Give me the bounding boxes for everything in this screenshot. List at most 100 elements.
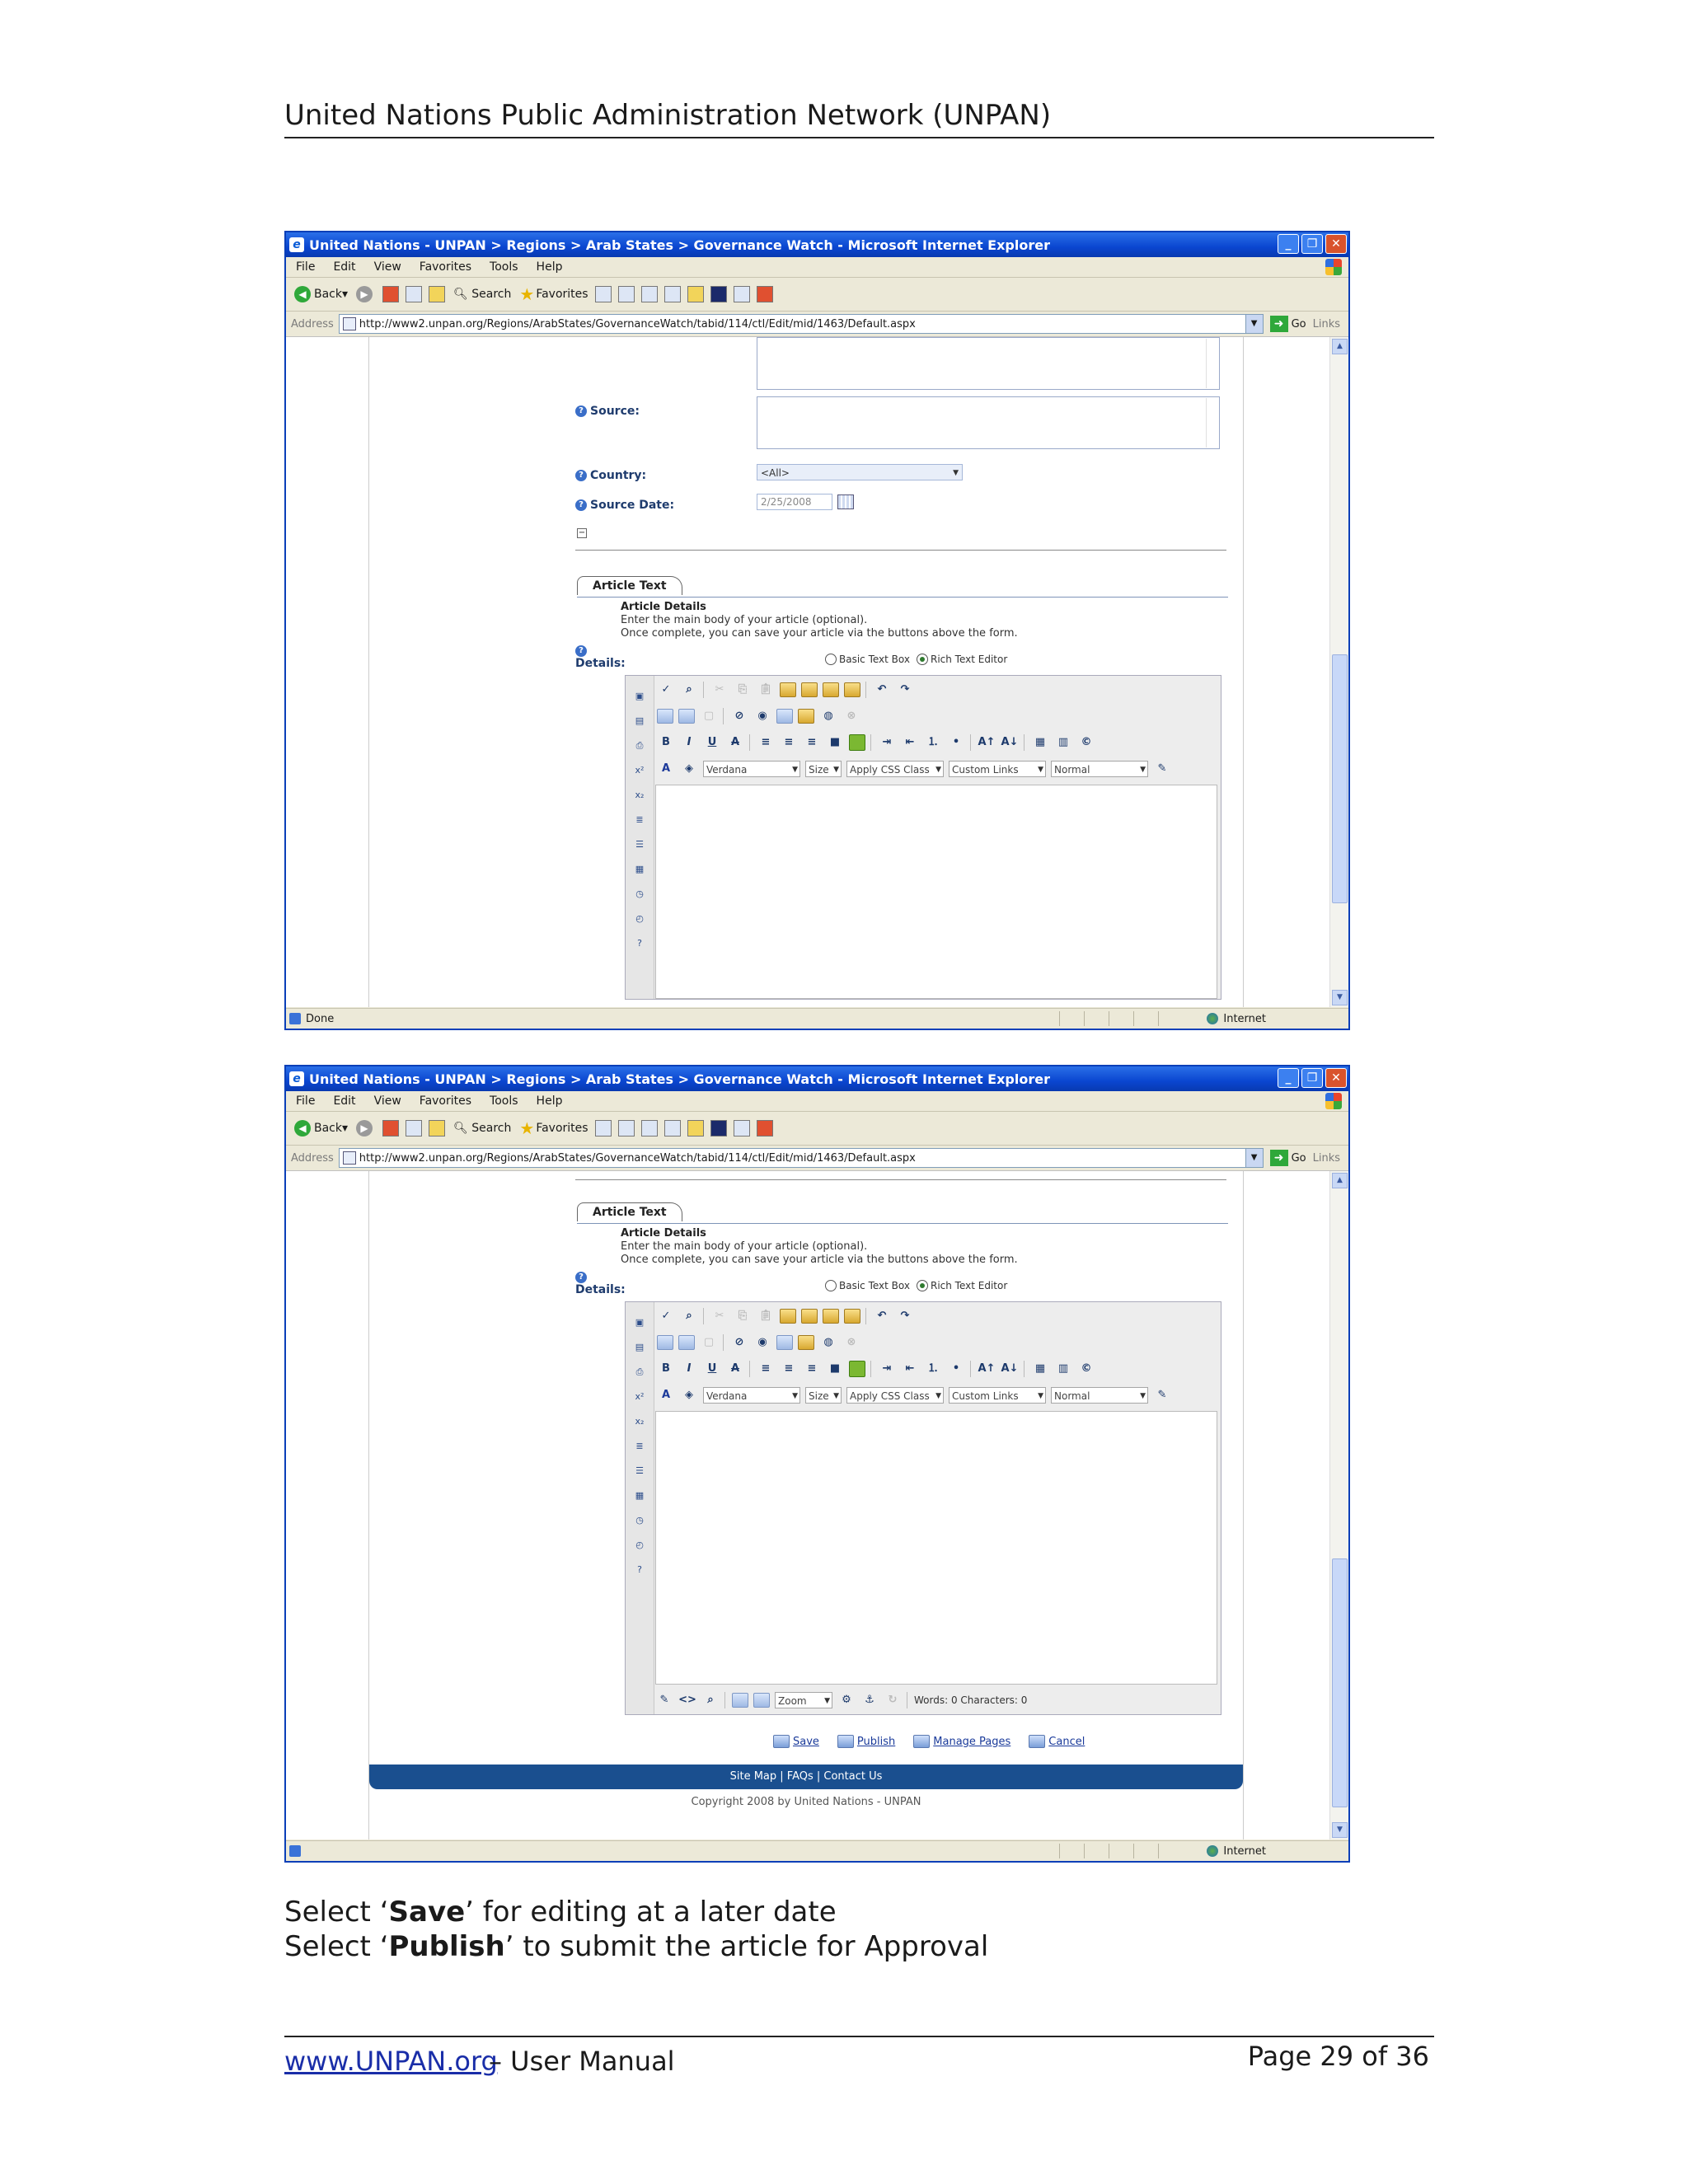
- symbol-icon[interactable]: ©: [1077, 734, 1095, 751]
- copy-icon[interactable]: ⎘: [734, 682, 752, 698]
- mail-icon[interactable]: [617, 286, 635, 302]
- bold-icon[interactable]: B: [657, 734, 675, 751]
- strikethrough-icon[interactable]: A: [726, 1361, 744, 1377]
- menu-edit[interactable]: Edit: [333, 260, 355, 274]
- strikethrough-icon[interactable]: A: [726, 734, 744, 751]
- help-icon[interactable]: ?: [632, 1563, 647, 1577]
- paste-icon[interactable]: 📋︎: [757, 682, 775, 698]
- image-icon[interactable]: [657, 1335, 673, 1350]
- media-icon[interactable]: ▢: [700, 708, 718, 724]
- back-button[interactable]: ◀ Back ▾: [294, 1120, 348, 1137]
- h-icon[interactable]: [710, 286, 727, 302]
- source-date-input[interactable]: 2/25/2008: [757, 494, 832, 510]
- numbered-list-icon[interactable]: ⒈: [924, 1361, 942, 1377]
- bulleted-list-icon[interactable]: •: [947, 1361, 965, 1377]
- date-icon[interactable]: ◴: [632, 912, 647, 926]
- superscript-icon[interactable]: x²: [632, 1390, 647, 1404]
- stop-icon[interactable]: [382, 1120, 400, 1137]
- italic-icon[interactable]: I: [680, 734, 698, 751]
- design-mode-icon[interactable]: ✎: [655, 1692, 673, 1708]
- indent-icon[interactable]: ⇥: [878, 1361, 896, 1377]
- scroll-up-icon[interactable]: ▲: [1332, 339, 1348, 354]
- editor-content-area[interactable]: [655, 785, 1217, 999]
- css-class-select[interactable]: Apply CSS Class ▼: [846, 761, 944, 777]
- spellcheck-icon[interactable]: ✓: [657, 682, 675, 698]
- menu-file[interactable]: File: [296, 260, 315, 274]
- back-button[interactable]: ◀ Back ▾: [294, 286, 348, 302]
- align-center-icon[interactable]: ≡: [780, 734, 798, 751]
- print-icon[interactable]: ⎙: [632, 1365, 647, 1380]
- align-right-icon[interactable]: ≡: [803, 734, 821, 751]
- font-size-down-icon[interactable]: A↓: [1001, 1361, 1019, 1377]
- menu-view[interactable]: View: [374, 260, 401, 274]
- save-button[interactable]: Save: [773, 1735, 819, 1748]
- vertical-scrollbar[interactable]: ▲ ▼: [1329, 1171, 1348, 1840]
- custom-links-select[interactable]: Custom Links ▼: [949, 1387, 1046, 1404]
- paragraph-select[interactable]: Normal ▼: [1051, 761, 1148, 777]
- html-icon[interactable]: ▤: [632, 1340, 647, 1355]
- find-icon[interactable]: ⌕: [680, 682, 698, 698]
- no-align-icon[interactable]: [849, 1361, 865, 1377]
- media-icon[interactable]: ▢: [700, 1334, 718, 1351]
- size-select[interactable]: Size ▼: [805, 761, 842, 777]
- unlink-icon[interactable]: ⊗: [842, 1334, 860, 1351]
- back-color-icon[interactable]: ◈: [680, 1387, 698, 1404]
- redo-icon[interactable]: ↷: [896, 1308, 914, 1324]
- history-icon[interactable]: [594, 1120, 612, 1137]
- scroll-down-icon[interactable]: ▼: [1332, 1822, 1348, 1838]
- italic-icon[interactable]: I: [680, 1361, 698, 1377]
- outdent-icon[interactable]: ☰: [632, 1464, 647, 1479]
- paste-html-icon[interactable]: [823, 1309, 839, 1324]
- address-dropdown-icon[interactable]: ▼: [1245, 315, 1263, 333]
- fore-color-icon[interactable]: A: [657, 1387, 675, 1404]
- font-select[interactable]: Verdana ▼: [703, 1387, 800, 1404]
- menu-favorites[interactable]: Favorites: [420, 1094, 471, 1108]
- table-insert-icon[interactable]: ▦: [1031, 734, 1049, 751]
- outdent-icon[interactable]: ☰: [632, 837, 647, 852]
- unlink-icon[interactable]: ⊗: [842, 708, 860, 724]
- font-size-up-icon[interactable]: A↑: [978, 734, 996, 751]
- copy-icon[interactable]: ⎘: [734, 1308, 752, 1324]
- globe-icon[interactable]: ◍: [819, 1334, 837, 1351]
- menu-tools[interactable]: Tools: [490, 260, 518, 274]
- back-color-icon[interactable]: ◈: [680, 761, 698, 777]
- stop-icon[interactable]: [382, 286, 400, 302]
- design-icon[interactable]: ▣: [632, 1315, 647, 1330]
- globe-icon[interactable]: ◍: [819, 708, 837, 724]
- html-mode-icon[interactable]: <>: [678, 1692, 696, 1708]
- undo-icon[interactable]: ↶: [873, 1308, 891, 1324]
- align-left-icon[interactable]: ≡: [757, 1361, 775, 1377]
- mode-icon[interactable]: [753, 1693, 770, 1708]
- messenger-icon[interactable]: [733, 286, 750, 302]
- paste-text-icon[interactable]: [780, 682, 796, 697]
- link-icon[interactable]: ⊘: [730, 1334, 748, 1351]
- fore-color-icon[interactable]: A: [657, 761, 675, 777]
- find-icon[interactable]: ⌕: [680, 1308, 698, 1324]
- design-icon[interactable]: ▣: [632, 689, 647, 704]
- font-size-up-icon[interactable]: A↑: [978, 1361, 996, 1377]
- menu-help[interactable]: Help: [537, 260, 563, 274]
- anchor-icon[interactable]: ◉: [753, 708, 771, 724]
- collapse-icon[interactable]: −: [577, 528, 587, 538]
- undo-icon[interactable]: ↶: [873, 682, 891, 698]
- zoom-select[interactable]: Zoom ▼: [775, 1692, 832, 1708]
- numbered-list-icon[interactable]: ⒈: [924, 734, 942, 751]
- calendar-icon[interactable]: [837, 494, 854, 509]
- paste-special-icon[interactable]: [844, 682, 860, 697]
- subscript-icon[interactable]: x₂: [632, 788, 647, 803]
- restore-button[interactable]: ❐: [1301, 234, 1323, 254]
- research-icon[interactable]: [756, 1120, 773, 1137]
- source-textarea[interactable]: [757, 396, 1220, 449]
- scroll-up-icon[interactable]: ▲: [1332, 1173, 1348, 1188]
- bulleted-list-icon[interactable]: •: [947, 734, 965, 751]
- outdent-icon[interactable]: ⇤: [901, 1361, 919, 1377]
- time-icon[interactable]: ◷: [632, 1513, 647, 1528]
- menu-favorites[interactable]: Favorites: [420, 260, 471, 274]
- vertical-scrollbar[interactable]: ▲ ▼: [1329, 337, 1348, 1007]
- indent-icon[interactable]: ⇥: [878, 734, 896, 751]
- edit-icon[interactable]: [663, 1120, 681, 1137]
- folder-icon[interactable]: [687, 286, 704, 302]
- bold-icon[interactable]: B: [657, 1361, 675, 1377]
- mail-icon[interactable]: [617, 1120, 635, 1137]
- go-button[interactable]: ➜ Go: [1269, 1150, 1306, 1166]
